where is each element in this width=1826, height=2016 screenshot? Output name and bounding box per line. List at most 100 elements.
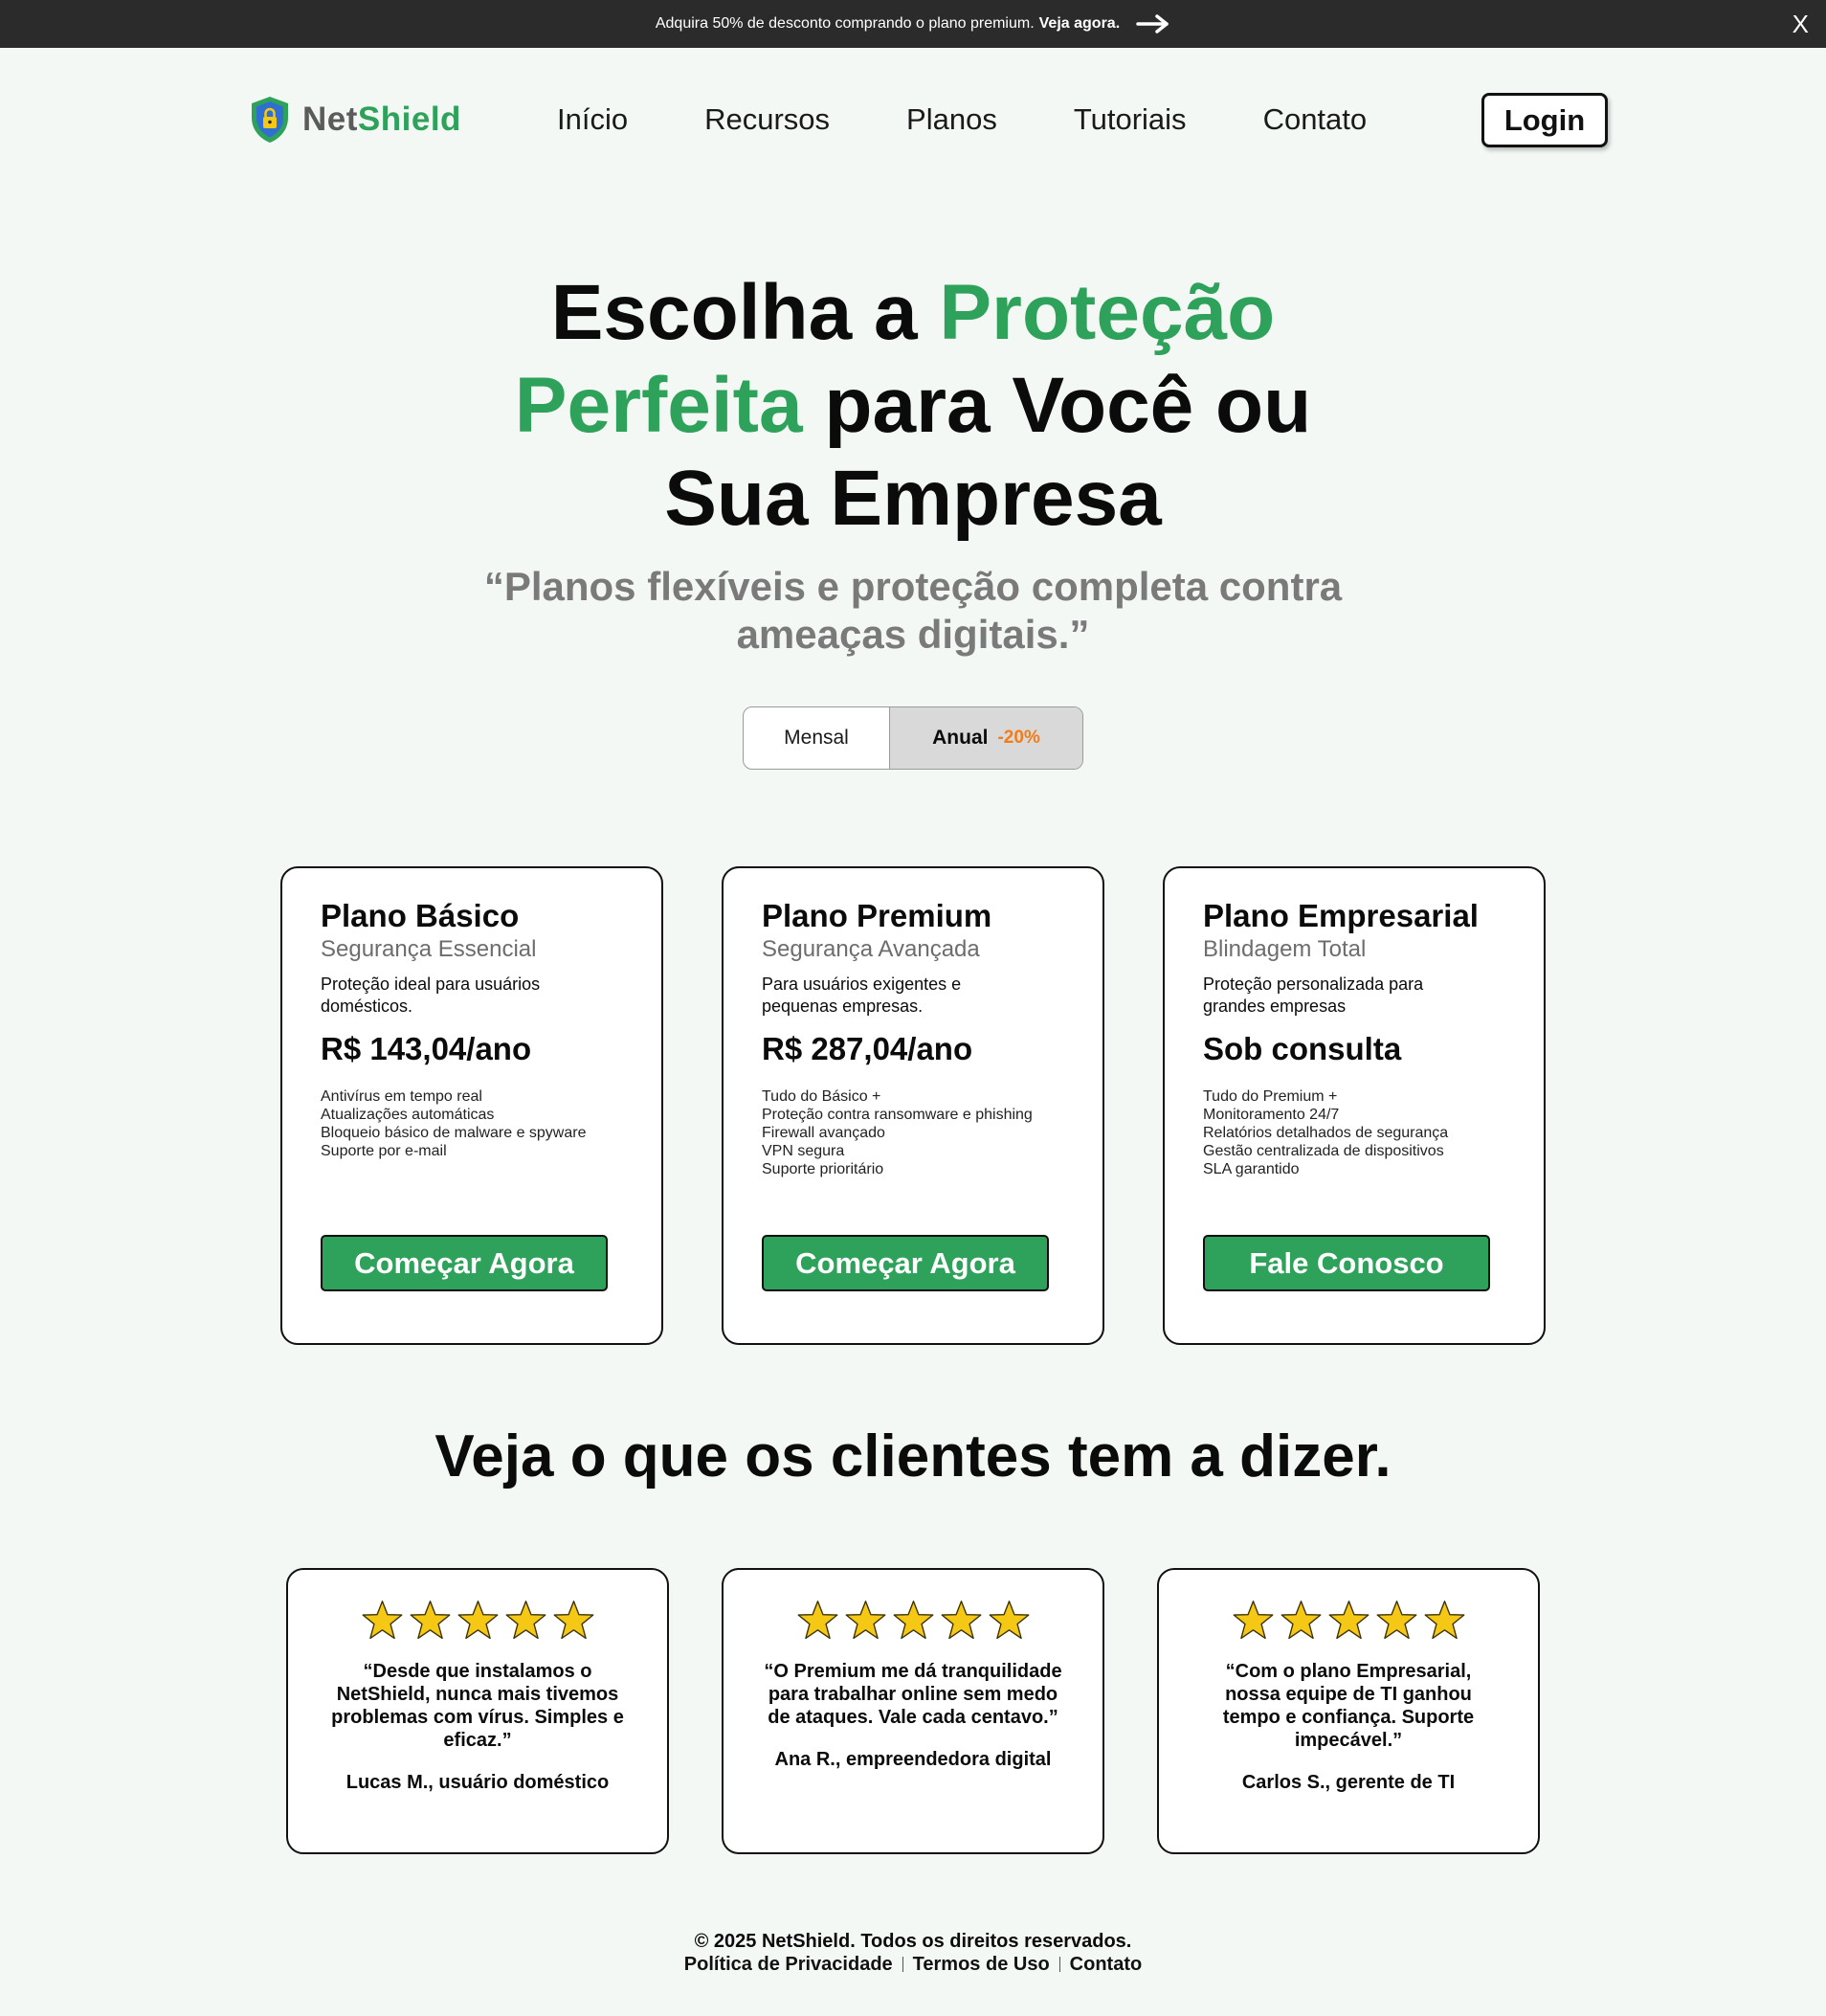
- plan-price: Sob consulta: [1203, 1031, 1402, 1066]
- plan-feature: Suporte por e-mail: [321, 1143, 447, 1159]
- hero-title-part: para Você ou: [802, 362, 1312, 449]
- billing-option-annual[interactable]: Anual -20%: [890, 707, 1082, 769]
- footer-divider: [1058, 1957, 1060, 1972]
- star-icon: [941, 1601, 981, 1640]
- star-icon: [1376, 1601, 1416, 1640]
- plan-feature: Atualizações automáticas: [321, 1107, 495, 1123]
- plan-features: Tudo do Básico + Proteção contra ransomw…: [762, 1087, 1039, 1178]
- testimonial-quote: “Com o plano Empresarial, nossa equipe d…: [1222, 1661, 1475, 1751]
- testimonial-quote: “O Premium me dá tranquilidade para trab…: [764, 1661, 1062, 1728]
- star-icon: [362, 1601, 402, 1640]
- testimonial-author: Ana R., empreendedora digital: [774, 1749, 1052, 1770]
- star-icon: [505, 1601, 546, 1640]
- testimonial-quote: “Desde que instalamos o NetShield, nunca…: [331, 1661, 624, 1751]
- plan-description: Para usuários exigentes e pequenas empre…: [762, 974, 962, 1016]
- plan-features: Tudo do Premium + Monitoramento 24/7 Rel…: [1203, 1087, 1481, 1178]
- plan-tagline: Segurança Essencial: [321, 936, 537, 962]
- plan-feature: VPN segura: [762, 1143, 845, 1159]
- plan-feature: Firewall avançado: [762, 1125, 885, 1141]
- plan-cta-button[interactable]: Fale Conosco: [1203, 1235, 1490, 1291]
- star-icon: [457, 1601, 498, 1640]
- plan-card-basico: Plano Básico Segurança Essencial Proteçã…: [280, 866, 663, 1345]
- plan-tagline: Blindagem Total: [1203, 936, 1367, 962]
- nav-link-tutoriais[interactable]: Tutoriais: [1074, 102, 1187, 137]
- plan-feature: Suporte prioritário: [762, 1161, 884, 1177]
- hero-subtitle: “Planos flexíveis e proteção completa co…: [483, 564, 1343, 657]
- testimonials-title: Veja o que os clientes tem a dizer.: [434, 1423, 1392, 1490]
- star-icon: [1328, 1601, 1369, 1640]
- plan-features: Antivírus em tempo real Atualizações aut…: [321, 1087, 598, 1160]
- nav-link-contato[interactable]: Contato: [1263, 102, 1368, 137]
- plan-name: Plano Básico: [321, 898, 520, 933]
- plan-price: R$ 143,04/ano: [321, 1031, 532, 1066]
- footer-divider: [902, 1957, 903, 1972]
- billing-option-monthly[interactable]: Mensal: [744, 707, 890, 769]
- star-icon: [797, 1601, 837, 1640]
- testimonial-card: “Desde que instalamos o NetShield, nunca…: [286, 1568, 669, 1854]
- plan-feature: Proteção contra ransomware e phishing: [762, 1107, 1033, 1123]
- star-icon: [553, 1601, 593, 1640]
- footer-link-contact[interactable]: Contato: [1070, 1953, 1143, 1976]
- testimonial-card: “Com o plano Empresarial, nossa equipe d…: [1157, 1568, 1540, 1854]
- nav-link-recursos[interactable]: Recursos: [704, 102, 830, 137]
- hero-title: Escolha a Proteção Perfeita para Você ou…: [434, 266, 1392, 545]
- plan-name: Plano Empresarial: [1203, 898, 1479, 933]
- shield-lock-icon: [252, 97, 288, 143]
- footer-links: Política de Privacidade Termos de Uso Co…: [0, 1953, 1826, 1976]
- star-icon: [989, 1601, 1029, 1640]
- testimonial-card: “O Premium me dá tranquilidade para trab…: [722, 1568, 1104, 1854]
- plan-feature: Tudo do Básico +: [762, 1088, 881, 1105]
- plan-cta-button[interactable]: Começar Agora: [321, 1235, 608, 1291]
- plan-cta-button[interactable]: Começar Agora: [762, 1235, 1049, 1291]
- promo-bar: Adquira 50% de desconto comprando o plan…: [0, 0, 1826, 48]
- promo-content: Adquira 50% de desconto comprando o plan…: [656, 14, 1170, 34]
- plan-description: Proteção personalizada para grandes empr…: [1203, 974, 1424, 1016]
- star-icon: [893, 1601, 933, 1640]
- plan-tagline: Segurança Avançada: [762, 936, 980, 962]
- hero-title-part: Escolha a: [550, 269, 940, 356]
- plan-feature: Monitoramento 24/7: [1203, 1107, 1340, 1123]
- footer-link-terms[interactable]: Termos de Uso: [913, 1953, 1050, 1976]
- star-icon: [845, 1601, 885, 1640]
- arrow-right-icon[interactable]: [1136, 14, 1170, 34]
- testimonial-author: Lucas M., usuário doméstico: [345, 1772, 610, 1793]
- star-rating: [1195, 1599, 1502, 1643]
- star-icon: [1424, 1601, 1464, 1640]
- billing-option-annual-label: Anual: [932, 727, 989, 749]
- plan-price: R$ 287,04/ano: [762, 1031, 973, 1066]
- star-icon: [1233, 1601, 1273, 1640]
- footer-link-privacy[interactable]: Política de Privacidade: [684, 1953, 893, 1976]
- star-rating: [324, 1599, 631, 1643]
- billing-option-monthly-label: Mensal: [784, 727, 849, 749]
- promo-cta-link[interactable]: Veja agora.: [1039, 15, 1121, 33]
- plan-card-empresarial: Plano Empresarial Blindagem Total Proteç…: [1163, 866, 1546, 1345]
- star-icon: [1280, 1601, 1321, 1640]
- logo[interactable]: NetShield: [249, 95, 461, 145]
- plan-feature: Relatórios detalhados de segurança: [1203, 1125, 1449, 1141]
- logo-text-net: Net: [302, 101, 358, 138]
- promo-close-button[interactable]: X: [1793, 10, 1809, 38]
- discount-badge: -20%: [997, 728, 1040, 748]
- testimonial-author: Carlos S., gerente de TI: [1241, 1772, 1456, 1793]
- plan-card-premium: Plano Premium Segurança Avançada Para us…: [722, 866, 1104, 1345]
- nav-link-planos[interactable]: Planos: [906, 102, 997, 137]
- navbar: NetShield Início Recursos Planos Tutoria…: [0, 91, 1826, 148]
- plan-feature: Tudo do Premium +: [1203, 1088, 1338, 1105]
- plan-feature: Bloqueio básico de malware e spyware: [321, 1125, 587, 1141]
- plan-feature: SLA garantido: [1203, 1161, 1300, 1177]
- logo-text-shield: Shield: [357, 101, 461, 138]
- hero-title-highlight: Proteção: [939, 269, 1276, 356]
- plan-feature: Gestão centralizada de dispositivos: [1203, 1143, 1444, 1159]
- plan-name: Plano Premium: [762, 898, 992, 933]
- footer: © 2025 NetShield. Todos os direitos rese…: [0, 1930, 1826, 1976]
- nav-link-inicio[interactable]: Início: [557, 102, 628, 137]
- plan-description: Proteção ideal para usuários domésticos.: [321, 974, 541, 1016]
- login-button[interactable]: Login: [1481, 93, 1608, 147]
- billing-toggle: Mensal Anual -20%: [743, 706, 1083, 770]
- hero-title-part: Sua Empresa: [664, 455, 1162, 542]
- main-menu: Início Recursos Planos Tutoriais Contato: [557, 91, 1367, 148]
- plan-feature: Antivírus em tempo real: [321, 1088, 482, 1105]
- hero-title-highlight: Perfeita: [514, 362, 803, 449]
- star-rating: [760, 1599, 1066, 1643]
- star-icon: [410, 1601, 450, 1640]
